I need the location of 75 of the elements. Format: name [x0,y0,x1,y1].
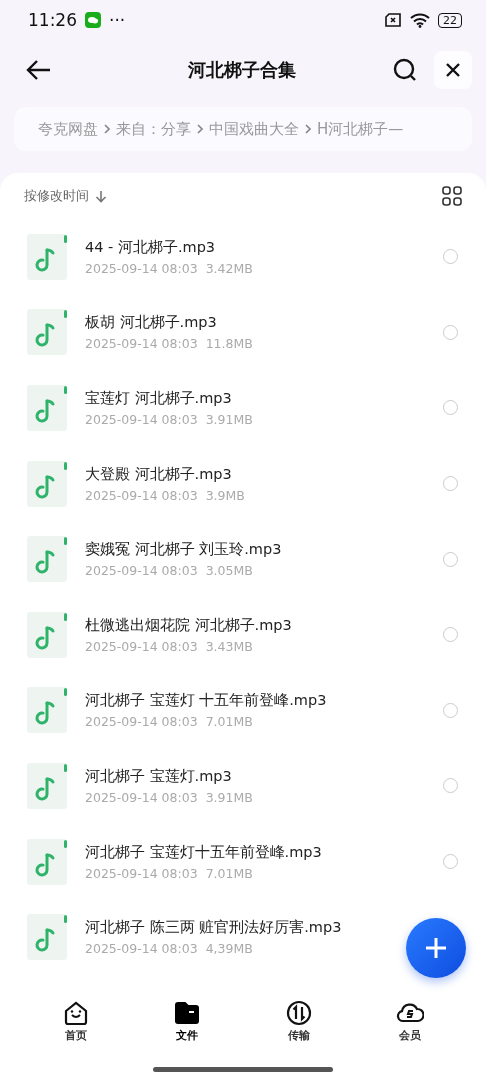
file-name: 大登殿 河北梆子.mp3 [85,464,233,484]
file-size: 3.91MB [205,412,253,427]
music-file-icon [27,838,67,885]
music-file-icon [27,611,67,658]
file-date: 2025-09-14 08:03 [85,714,198,730]
file-name: 窦娥冤 河北梆子 刘玉玲.mp3 [85,540,283,560]
chevron-icon [197,124,203,134]
file-row[interactable]: 河北梆子 宝莲灯十五年前登峰.mp3 2025-09-14 08:03 7.01MB [0,823,486,900]
file-name: 河北梆子 陈三两 赃官刑法好厉害.mp3 [85,918,343,938]
file-row[interactable]: 板胡 河北梆子.mp3 2025-09-14 08:03 11.8MB [0,294,486,371]
no-sim-icon [384,13,402,27]
file-name: 44 - 河北梆子.mp3 [85,237,217,257]
file-date: 2025-09-14 08:03 [85,789,198,805]
file-date: 2025-09-14 08:03 [85,487,198,503]
file-date: 2025-09-14 08:03 [85,638,198,654]
file-row[interactable]: 杜微逃出烟花院 河北梆子.mp3 2025-09-14 08:03 3.43MB [0,596,486,673]
status-time: 11:26 [28,10,77,30]
close-icon [446,63,460,77]
nav-tab[interactable]: 首页 [62,1000,89,1043]
music-file-icon [27,309,67,356]
music-file-icon [27,460,67,507]
close-button[interactable] [434,51,472,89]
music-file-icon [27,762,67,809]
folder-icon [174,1000,201,1026]
file-name: 宝莲灯 河北梆子.mp3 [85,389,233,408]
file-row[interactable]: 44 - 河北梆子.mp3 2025-09-14 08:03 3.42MB [0,219,486,295]
file-name: 杜微逃出烟花院 河北梆子.mp3 [85,615,293,635]
file-row[interactable]: 窦娥冤 河北梆子 刘玉玲.mp3 2025-09-14 08:03 3.05MB [0,521,486,597]
file-name: 河北梆子 宝莲灯 十五年前登峰.mp3 [85,691,328,711]
file-size: 7.01MB [205,714,253,730]
plus-icon [425,937,447,959]
file-size: 3.9MB [205,487,245,503]
nav-tab[interactable]: 会员 [396,1000,425,1043]
sort-button[interactable]: 按修改时间 [24,187,107,205]
file-name: 河北梆子 宝莲灯.mp3 [85,766,233,786]
music-file-icon [27,233,67,280]
file-row[interactable]: 大登殿 河北梆子.mp3 2025-09-14 08:03 3.9MB [0,445,486,522]
more-notifications: ··· [109,10,127,30]
chat-app-icon [85,12,101,28]
file-date: 2025-09-14 08:03 [85,412,198,427]
music-file-icon [27,914,67,961]
file-size: 3.42MB [205,260,253,276]
file-date: 2025-09-14 08:03 [85,336,198,352]
music-file-icon [27,385,67,431]
wifi-icon [410,12,430,28]
file-date: 2025-09-14 08:03 [85,563,198,579]
music-file-icon [27,687,67,734]
nav-tab[interactable]: 文件 [174,1000,201,1043]
file-size: 3.91MB [205,789,253,805]
chevron-icon [104,124,110,134]
file-row[interactable]: 河北梆子 宝莲灯.mp3 2025-09-14 08:03 3.91MB [0,748,486,824]
search-icon [393,58,417,82]
file-row[interactable]: 河北梆子 陈三两 赃官刑法好厉害.mp3 2025-09-14 08:03 4,39MB [0,899,486,975]
file-name: 河北梆子 宝莲灯十五年前登峰.mp3 [85,842,323,862]
battery-level: 22 [438,12,462,28]
grid-view-icon[interactable] [442,186,462,206]
page-title: 河北梆子合集 [187,58,297,82]
music-file-icon [27,536,67,583]
nav-tab[interactable]: 传输 [285,1000,312,1043]
back-arrow-icon [26,59,52,81]
file-date: 2025-09-14 08:03 [85,865,198,881]
file-size: 11.8MB [205,336,253,352]
file-size: 3.43MB [205,638,253,654]
smiley-house-icon [62,1000,89,1026]
down-arrow-icon [95,189,107,203]
file-row[interactable]: 河北梆子 宝莲灯 十五年前登峰.mp3 2025-09-14 08:03 7.01MB [0,672,486,749]
file-name: 板胡 河北梆子.mp3 [85,313,218,333]
file-row[interactable]: 宝莲灯 河北梆子.mp3 2025-09-14 08:03 3.91MB [0,370,486,446]
file-date: 2025-09-14 08:03 [85,941,198,957]
transfer-icon [285,1000,312,1026]
file-size: 3.05MB [205,563,253,579]
file-date: 2025-09-14 08:03 [85,260,198,276]
chevron-icon [305,124,311,134]
file-size: 4,39MB [205,941,253,957]
file-size: 7.01MB [205,865,253,881]
